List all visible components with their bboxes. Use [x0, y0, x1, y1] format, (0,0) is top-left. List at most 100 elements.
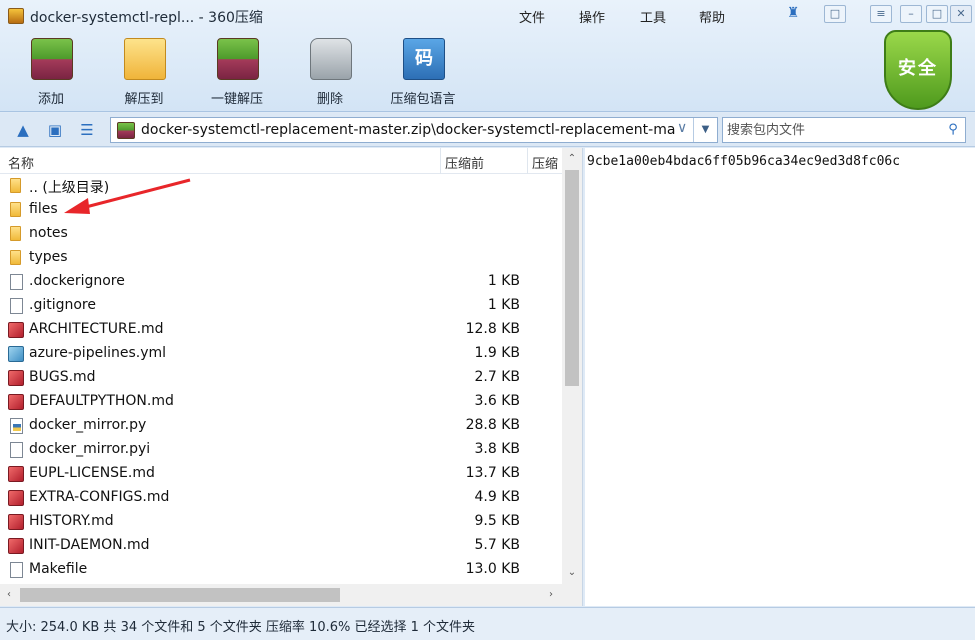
- file-row[interactable]: INIT-DAEMON.md 5.7 KB: [0, 534, 562, 558]
- scroll-right-icon[interactable]: ›: [542, 584, 560, 606]
- file-size: 13.0 KB: [465, 561, 520, 577]
- delete-button[interactable]: 删除: [290, 38, 370, 108]
- one-click-extract-icon: [217, 38, 259, 80]
- column-divider[interactable]: [527, 148, 528, 174]
- extract-to-label: 解压到: [124, 92, 164, 107]
- file-name: EXTRA-CONFIGS.md: [29, 489, 170, 505]
- delete-label: 删除: [316, 92, 343, 107]
- view-thumbnail-icon[interactable]: ▣: [44, 119, 66, 141]
- vertical-scrollbar[interactable]: ⌃ ⌄: [562, 148, 582, 584]
- menu-help[interactable]: 帮助: [699, 7, 725, 26]
- file-name: azure-pipelines.yml: [29, 345, 167, 361]
- add-button[interactable]: 添加: [11, 38, 91, 108]
- file-row[interactable]: ARCHITECTURE.md 12.8 KB: [0, 318, 562, 342]
- extract-folder-icon: [124, 38, 166, 80]
- folder-icon: [10, 178, 21, 193]
- file-name: DEFAULTPYTHON.md: [29, 393, 174, 409]
- settings-icon[interactable]: ≡: [870, 5, 892, 23]
- document-icon: [10, 442, 23, 458]
- comment-pane: 9cbe1a00eb4bdac6ff05b96ca34ec9ed3d8fc06c: [585, 148, 975, 606]
- one-click-extract-label: 一键解压: [210, 92, 263, 107]
- minimize-icon[interactable]: –: [900, 5, 922, 23]
- file-size: 1.9 KB: [474, 345, 521, 361]
- archive-icon: [117, 122, 135, 139]
- path-field[interactable]: docker-systemctl-replacement-master.zip\…: [110, 117, 718, 143]
- view-list-icon[interactable]: ☰: [76, 119, 98, 141]
- file-row[interactable]: EUPL-LICENSE.md 13.7 KB: [0, 462, 562, 486]
- file-size: 3.6 KB: [474, 393, 521, 409]
- markdown-file-icon: [8, 370, 24, 386]
- file-row[interactable]: BUGS.md 2.7 KB: [0, 366, 562, 390]
- markdown-file-icon: [8, 538, 24, 554]
- menu-operate[interactable]: 操作: [579, 7, 605, 26]
- file-size: 9.5 KB: [474, 513, 521, 529]
- file-size: 1 KB: [487, 297, 520, 313]
- window-title: docker-systemctl-repl... - 360压缩: [30, 10, 263, 26]
- file-row[interactable]: types: [0, 246, 562, 270]
- column-name[interactable]: 名称: [8, 153, 34, 172]
- file-row[interactable]: .dockerignore 1 KB: [0, 270, 562, 294]
- feedback-icon[interactable]: □: [824, 5, 846, 23]
- document-icon: [10, 562, 23, 578]
- security-shield-icon[interactable]: 安全: [884, 30, 952, 110]
- file-name: files: [29, 201, 58, 217]
- top-area: docker-systemctl-repl... - 360压缩 文件 操作 工…: [0, 0, 975, 112]
- column-size[interactable]: 压缩前: [445, 153, 484, 172]
- file-size: 3.8 KB: [474, 441, 521, 457]
- file-row[interactable]: HISTORY.md 9.5 KB: [0, 510, 562, 534]
- scroll-down-icon[interactable]: ⌄: [562, 564, 582, 582]
- file-row[interactable]: .gitignore 1 KB: [0, 294, 562, 318]
- file-name: ARCHITECTURE.md: [29, 321, 164, 337]
- hscroll-thumb[interactable]: [20, 588, 340, 602]
- file-size: 5.7 KB: [474, 537, 521, 553]
- archive-language-label: 压缩包语言: [390, 92, 456, 107]
- one-click-extract-button[interactable]: 一键解压: [197, 38, 277, 108]
- file-row[interactable]: docker_mirror.py 28.8 KB: [0, 414, 562, 438]
- file-name: docker_mirror.py: [29, 417, 147, 433]
- arrow-head: [64, 198, 90, 214]
- file-row[interactable]: azure-pipelines.yml 1.9 KB: [0, 342, 562, 366]
- file-name: notes: [29, 225, 68, 241]
- up-arrow-icon[interactable]: ▲: [12, 119, 34, 141]
- file-name: HISTORY.md: [29, 513, 114, 529]
- menu-tools[interactable]: 工具: [640, 7, 666, 26]
- document-icon: [10, 298, 23, 314]
- file-size: 1 KB: [487, 273, 520, 289]
- maximize-icon[interactable]: □: [926, 5, 948, 23]
- search-input[interactable]: [727, 121, 937, 139]
- close-icon[interactable]: ✕: [950, 5, 972, 23]
- file-size: 28.8 KB: [465, 417, 520, 433]
- search-icon[interactable]: ⚲: [944, 121, 962, 139]
- skin-icon[interactable]: ♜: [782, 5, 804, 23]
- annotation-arrow: [64, 178, 191, 214]
- path-overflow-icon: ∨: [677, 120, 688, 136]
- file-name: .dockerignore: [29, 273, 125, 289]
- column-divider[interactable]: [440, 148, 441, 174]
- document-icon: [10, 274, 23, 290]
- scroll-thumb[interactable]: [565, 170, 579, 386]
- file-row[interactable]: DEFAULTPYTHON.md 3.6 KB: [0, 390, 562, 414]
- arrow-shaft: [81, 178, 191, 210]
- app-icon: [8, 8, 24, 24]
- file-row[interactable]: EXTRA-CONFIGS.md 4.9 KB: [0, 486, 562, 510]
- column-packed[interactable]: 压缩: [532, 153, 558, 172]
- archive-language-button[interactable]: 码 压缩包语言: [383, 38, 463, 108]
- markdown-file-icon: [8, 322, 24, 338]
- scroll-left-icon[interactable]: ‹: [0, 584, 18, 606]
- file-name: INIT-DAEMON.md: [29, 537, 150, 553]
- file-name: docker_mirror.pyi: [29, 441, 151, 457]
- yaml-file-icon: [8, 346, 24, 362]
- path-dropdown-icon[interactable]: ▼: [693, 118, 717, 142]
- file-row[interactable]: docker_mirror.pyi 3.8 KB: [0, 438, 562, 462]
- horizontal-scrollbar[interactable]: ‹ ›: [0, 584, 562, 606]
- file-row[interactable]: Makefile 13.0 KB: [0, 558, 562, 582]
- extract-to-button[interactable]: 解压到: [104, 38, 184, 108]
- menu-file[interactable]: 文件: [519, 7, 545, 26]
- file-row[interactable]: notes: [0, 222, 562, 246]
- add-archive-icon: [31, 38, 73, 80]
- path-text: docker-systemctl-replacement-master.zip\…: [141, 122, 675, 138]
- file-size: 4.9 KB: [474, 489, 521, 505]
- folder-icon: [10, 250, 21, 265]
- markdown-file-icon: [8, 394, 24, 410]
- scroll-up-icon[interactable]: ⌃: [562, 150, 582, 168]
